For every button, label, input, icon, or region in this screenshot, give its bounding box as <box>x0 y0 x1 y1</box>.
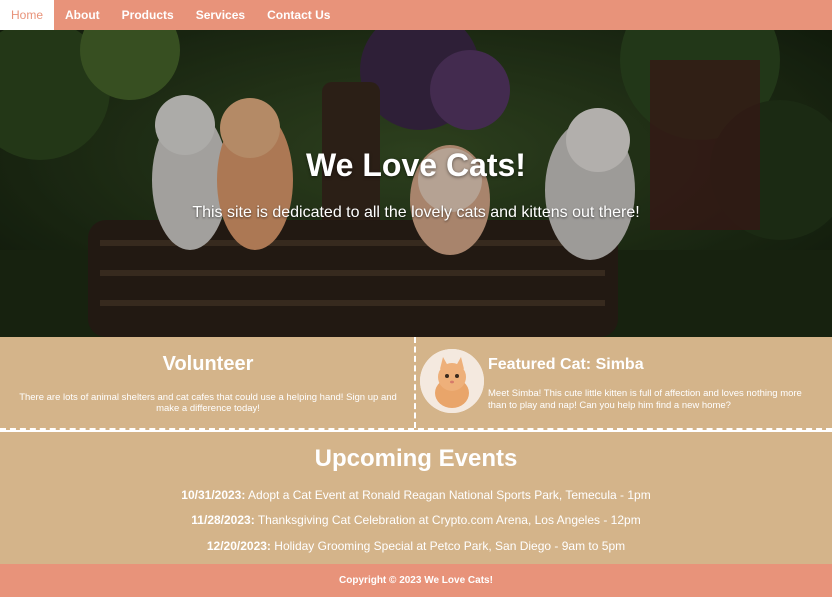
nav-products[interactable]: Products <box>111 0 185 30</box>
events-section: Upcoming Events 10/31/2023: Adopt a Cat … <box>0 432 832 564</box>
hero-banner: We Love Cats! This site is dedicated to … <box>0 30 832 337</box>
hero-subtitle: This site is dedicated to all the lovely… <box>192 204 640 221</box>
event-item: 10/31/2023: Adopt a Cat Event at Ronald … <box>0 488 832 502</box>
volunteer-text: There are lots of animal shelters and ca… <box>19 392 397 414</box>
nav-services[interactable]: Services <box>185 0 256 30</box>
event-item: 11/28/2023: Thanksgiving Cat Celebration… <box>0 513 832 527</box>
hero-title: We Love Cats! <box>306 147 526 183</box>
events-title: Upcoming Events <box>314 445 518 472</box>
event-date: 12/20/2023: <box>206 539 271 553</box>
copyright-text: Copyright © 2023 We Love Cats! <box>339 575 493 586</box>
top-nav: Home About Products Services Contact Us <box>0 0 832 30</box>
event-date: 10/31/2023: <box>181 488 246 502</box>
event-item: 12/20/2023: Holiday Grooming Special at … <box>0 539 832 553</box>
volunteer-title: Volunteer <box>162 353 254 375</box>
featured-cat-title: Featured Cat: Simba <box>488 356 644 373</box>
volunteer-panel: Volunteer There are lots of animal shelt… <box>0 337 416 428</box>
featured-cat-panel: Featured Cat: Simba Meet Simba! This cut… <box>418 337 832 428</box>
footer: Copyright © 2023 We Love Cats! <box>0 564 832 597</box>
event-text: Thanksgiving Cat Celebration at Crypto.c… <box>254 513 641 527</box>
event-text: Adopt a Cat Event at Ronald Reagan Natio… <box>245 488 651 502</box>
nav-about[interactable]: About <box>54 0 111 30</box>
featured-cat-photo <box>420 349 484 413</box>
event-text: Holiday Grooming Special at Petco Park, … <box>270 539 626 553</box>
features-section: Volunteer There are lots of animal shelt… <box>0 337 832 430</box>
event-date: 11/28/2023: <box>191 513 255 527</box>
simba-kitten-image <box>420 349 484 413</box>
nav-home[interactable]: Home <box>0 0 55 30</box>
nav-contact-us[interactable]: Contact Us <box>256 0 341 30</box>
featured-cat-text: Meet Simba! This cute little kitten is f… <box>488 388 802 411</box>
